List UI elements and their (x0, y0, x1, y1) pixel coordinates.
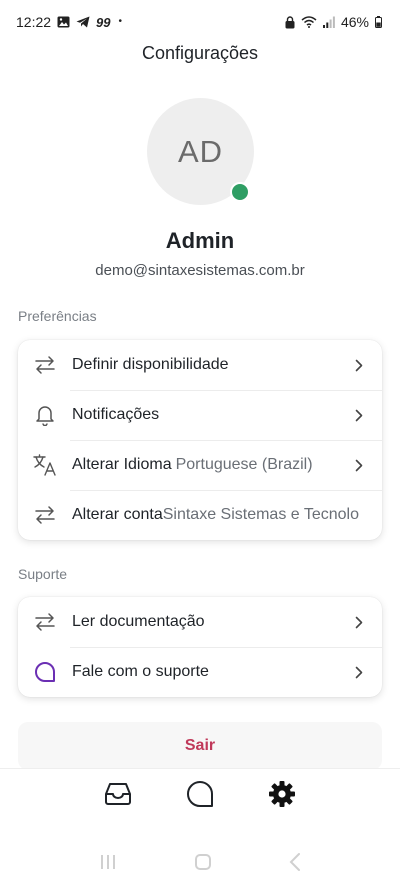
telegram-icon (76, 16, 90, 28)
section-label-support: Suporte (18, 566, 68, 582)
lock-icon (285, 15, 295, 29)
swap-arrows-icon (32, 502, 58, 528)
nav-chat-button[interactable] (185, 780, 215, 813)
profile-email: demo@sintaxesistemas.com.br (95, 262, 305, 279)
chevron-right-icon (352, 408, 366, 422)
support-card: Ler documentação Fale com o suporte (18, 597, 382, 697)
row-label: Ler documentação (72, 613, 205, 630)
notifications-row[interactable]: Notificações (18, 390, 382, 440)
chat-bubble-icon (32, 659, 58, 685)
chevron-right-icon (352, 358, 366, 372)
home-icon[interactable] (194, 853, 212, 876)
bottom-nav (0, 768, 400, 824)
inbox-icon (104, 782, 132, 811)
nav-inbox-button[interactable] (103, 782, 133, 812)
recents-icon[interactable] (99, 854, 117, 875)
row-label: Notificações (72, 406, 160, 423)
chevron-right-icon (352, 615, 366, 629)
row-label: Alterar conta (72, 506, 163, 523)
set-availability-row[interactable]: Definir disponibilidade (18, 340, 382, 390)
page-title: Configurações (141, 43, 259, 63)
status-dot: • (118, 16, 123, 27)
bell-icon (32, 402, 58, 428)
swap-arrows-icon (32, 352, 58, 378)
row-label: Definir disponibilidade (72, 356, 229, 373)
status-bar: 12:22 99 • 46% (0, 0, 400, 44)
settings-icon (268, 780, 296, 813)
language-value: Portuguese (Brazil) (175, 456, 313, 473)
read-docs-row[interactable]: Ler documentação (18, 597, 382, 647)
chevron-right-icon (352, 665, 366, 679)
wifi-icon (301, 16, 317, 28)
change-account-row[interactable]: Alterar conta Sintaxe Sistemas e Tecnolo (18, 490, 382, 540)
logout-button[interactable]: Sair (18, 722, 382, 770)
contact-support-row[interactable]: Fale com o suporte (18, 647, 382, 697)
chat-icon (186, 780, 214, 813)
preferences-card: Definir disponibilidade Notificações Alt… (18, 340, 382, 540)
change-language-row[interactable]: Alterar Idioma Portuguese (Brazil) (18, 440, 382, 490)
back-icon[interactable] (289, 853, 301, 876)
status-left: 12:22 99 • (16, 14, 122, 30)
battery-percent: 46% (340, 14, 369, 30)
battery-icon (375, 16, 382, 28)
nav-settings-button[interactable] (267, 780, 297, 813)
status-right: 46% (285, 14, 382, 30)
row-label: Alterar Idioma (72, 456, 172, 473)
gallery-icon (57, 16, 70, 28)
account-value: Sintaxe Sistemas e Tecnolo (162, 506, 359, 523)
row-label: Fale com o suporte (72, 663, 209, 680)
signal-icon (322, 16, 335, 28)
system-nav (0, 840, 400, 889)
section-label-preferences: Preferências (18, 308, 97, 324)
online-status-indicator (230, 182, 250, 202)
translate-icon (32, 452, 58, 478)
notification-badge: 99 (96, 14, 111, 30)
profile-name: Admin (165, 228, 235, 253)
chevron-right-icon (352, 458, 366, 472)
swap-arrows-icon (32, 609, 58, 635)
status-time: 12:22 (16, 14, 52, 30)
